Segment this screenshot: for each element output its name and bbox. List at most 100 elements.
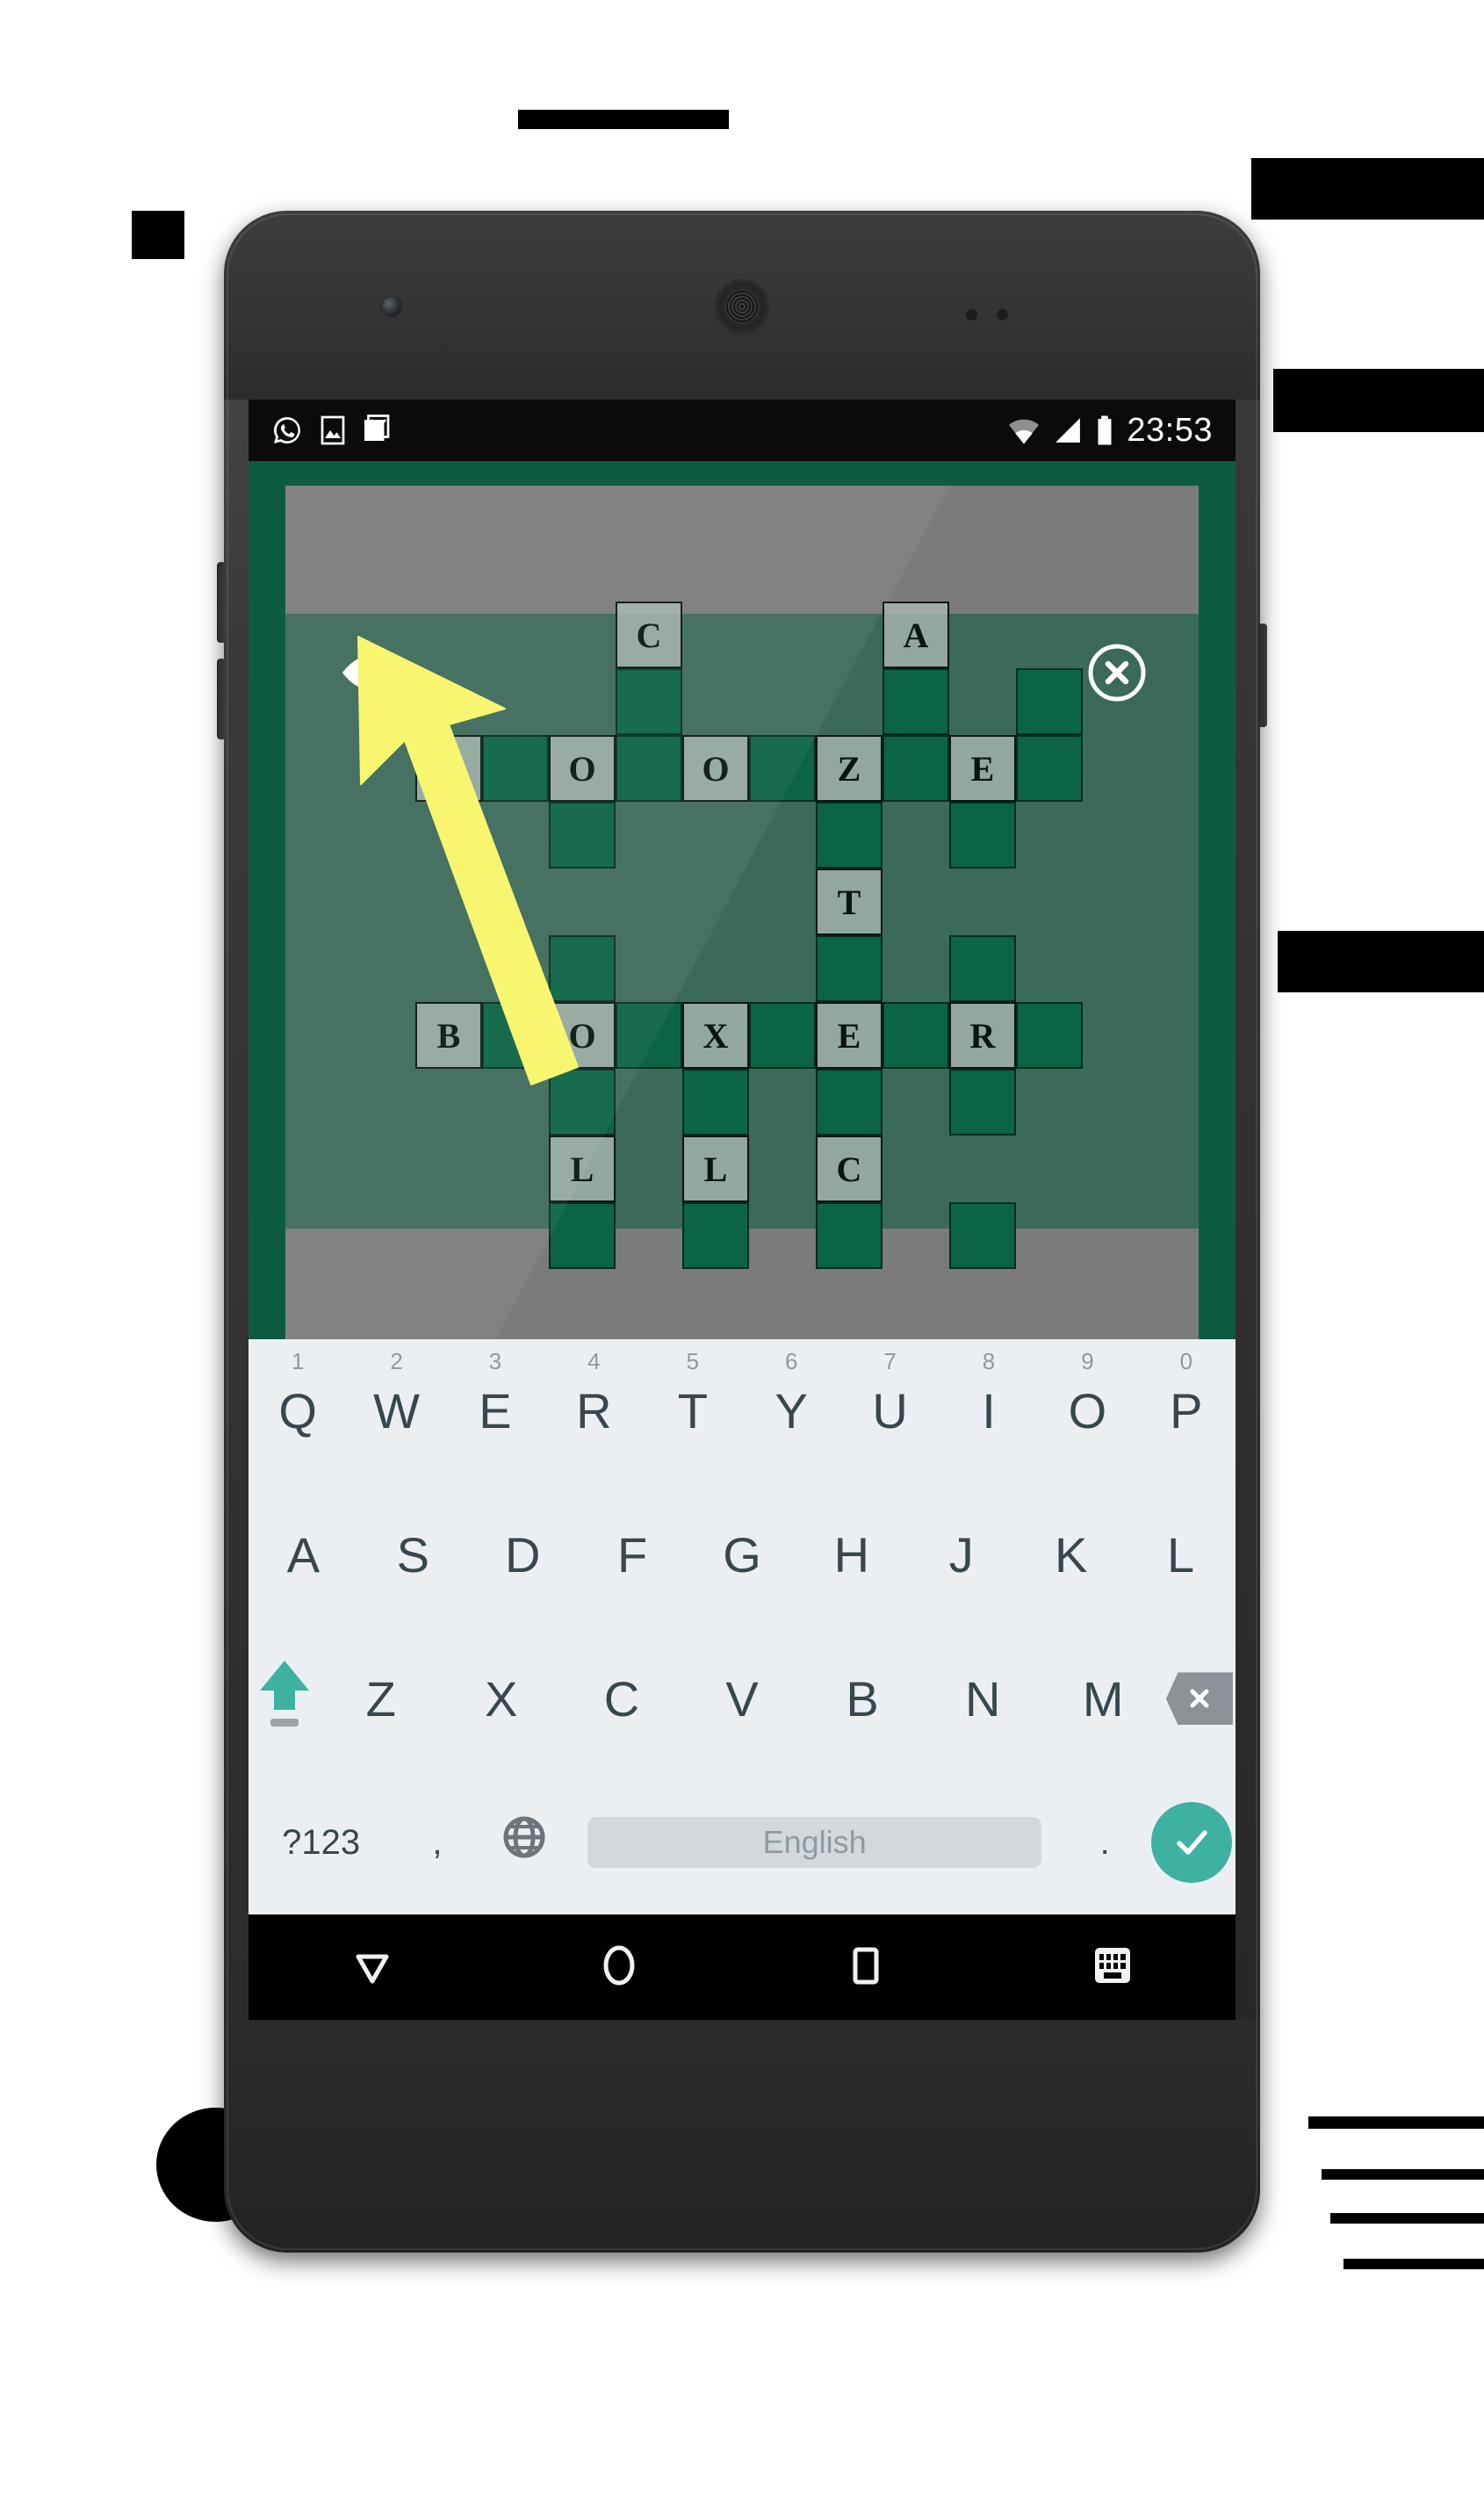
power-button[interactable]	[1258, 624, 1267, 727]
keyboard-row-1[interactable]: 1Q2W3E4R5T6Y7U8I9O0P	[249, 1339, 1235, 1483]
grid-cell-block[interactable]	[882, 735, 949, 802]
key-number-hint: 7	[883, 1348, 897, 1374]
key-a[interactable]: A	[249, 1483, 358, 1627]
grid-cell-empty	[415, 1269, 482, 1336]
key-j[interactable]: J	[906, 1483, 1016, 1627]
key-c[interactable]: C	[561, 1627, 681, 1771]
key-f[interactable]: F	[578, 1483, 688, 1627]
grid-cell-block[interactable]	[949, 802, 1016, 869]
grid-cell-letter[interactable]: E	[816, 1002, 882, 1069]
key-g[interactable]: G	[688, 1483, 797, 1627]
key-d[interactable]: D	[468, 1483, 578, 1627]
key-x[interactable]: X	[441, 1627, 561, 1771]
language-switch-key[interactable]	[480, 1770, 567, 1914]
keyboard-row-4[interactable]: ?123 , English .	[249, 1770, 1235, 1914]
grid-cell-block[interactable]	[549, 1202, 616, 1269]
period-key[interactable]: .	[1062, 1770, 1149, 1914]
grid-cell-block[interactable]	[682, 1202, 749, 1269]
on-screen-keyboard[interactable]: 1Q2W3E4R5T6Y7U8I9O0P ASDFGHJKL Z X C V B…	[249, 1339, 1235, 1914]
grid-cell-block[interactable]	[949, 1069, 1016, 1136]
nav-keyboard-switch-button[interactable]	[989, 1943, 1235, 1993]
key-q[interactable]: 1Q	[249, 1339, 347, 1483]
grid-cell-letter[interactable]: L	[549, 1136, 616, 1202]
grid-cell-letter[interactable]: C	[816, 1136, 882, 1202]
grid-cell-block[interactable]	[482, 1002, 549, 1069]
space-key[interactable]: English	[568, 1770, 1062, 1914]
grid-cell-block[interactable]	[816, 1069, 882, 1136]
grid-cell-letter[interactable]: L	[682, 1136, 749, 1202]
key-o[interactable]: 9O	[1038, 1339, 1136, 1483]
key-y[interactable]: 6Y	[742, 1339, 840, 1483]
grid-cell-block[interactable]	[549, 1069, 616, 1136]
key-s[interactable]: S	[358, 1483, 468, 1627]
nav-home-button[interactable]	[495, 1941, 742, 1994]
volume-down-button[interactable]	[217, 659, 226, 739]
shift-icon	[256, 1655, 313, 1742]
grid-cell-letter[interactable]: C	[616, 602, 682, 668]
grid-cell-block[interactable]	[749, 735, 816, 802]
key-p[interactable]: 0P	[1137, 1339, 1235, 1483]
key-z[interactable]: Z	[321, 1627, 441, 1771]
key-e[interactable]: 3E	[446, 1339, 544, 1483]
grid-cell-letter[interactable]: E	[949, 735, 1016, 802]
key-r[interactable]: 4R	[544, 1339, 643, 1483]
grid-cell-letter[interactable]: O	[682, 735, 749, 802]
grid-cell-block[interactable]	[816, 1202, 882, 1269]
grid-cell-letter[interactable]: Z	[816, 735, 882, 802]
key-v[interactable]: V	[681, 1627, 802, 1771]
volume-up-button[interactable]	[217, 562, 226, 643]
grid-cell-block[interactable]	[816, 935, 882, 1002]
nav-recents-button[interactable]	[742, 1941, 989, 1994]
key-m[interactable]: M	[1043, 1627, 1163, 1771]
grid-cell-letter[interactable]: A	[882, 602, 949, 668]
grid-cell-block[interactable]	[749, 1002, 816, 1069]
grid-cell-empty	[482, 1269, 549, 1336]
grid-cell-block[interactable]	[549, 935, 616, 1002]
key-k[interactable]: K	[1016, 1483, 1126, 1627]
key-u[interactable]: 7U	[840, 1339, 939, 1483]
grid-cell-block[interactable]	[882, 1002, 949, 1069]
grid-cell-letter[interactable]: O	[549, 735, 616, 802]
grid-cell-block[interactable]	[549, 802, 616, 869]
grid-cell-letter[interactable]: B	[415, 1002, 482, 1069]
grid-cell-letter[interactable]: T	[816, 869, 882, 935]
key-t[interactable]: 5T	[644, 1339, 742, 1483]
grid-cell-letter[interactable]: X	[682, 1002, 749, 1069]
reveal-letter-button[interactable]	[336, 642, 401, 707]
enter-key[interactable]	[1149, 1770, 1235, 1914]
grid-cell-block[interactable]	[949, 935, 1016, 1002]
comma-key[interactable]: ,	[393, 1770, 480, 1914]
key-w[interactable]: 2W	[347, 1339, 445, 1483]
crossword-grid[interactable]: CABOOZETBOXERLLC	[415, 602, 1083, 1336]
key-number-hint: 0	[1179, 1348, 1193, 1374]
key-n[interactable]: N	[923, 1627, 1043, 1771]
grid-cell-block[interactable]	[482, 735, 549, 802]
grid-cell-block[interactable]	[882, 668, 949, 735]
shift-key[interactable]	[249, 1627, 321, 1771]
key-l[interactable]: L	[1126, 1483, 1235, 1627]
grid-cell-block[interactable]	[616, 1002, 682, 1069]
grid-cell-letter[interactable]: R	[949, 1002, 1016, 1069]
grid-cell-letter[interactable]: B	[415, 735, 482, 802]
key-i[interactable]: 8I	[940, 1339, 1038, 1483]
grid-cell-block[interactable]	[682, 1069, 749, 1136]
phone-bottom-bezel	[224, 2020, 1260, 2253]
key-h[interactable]: H	[796, 1483, 906, 1627]
grid-cell-block[interactable]	[949, 1202, 1016, 1269]
close-puzzle-button[interactable]	[1084, 642, 1149, 707]
keyboard-row-2[interactable]: ASDFGHJKL	[249, 1483, 1235, 1627]
grid-cell-block[interactable]	[1016, 1002, 1083, 1069]
grid-cell-block[interactable]	[616, 668, 682, 735]
grid-cell-block[interactable]	[616, 735, 682, 802]
symbols-key[interactable]: ?123	[249, 1770, 393, 1914]
grid-cell-block[interactable]	[1016, 668, 1083, 735]
grid-cell-block[interactable]	[816, 802, 882, 869]
grid-cell-block[interactable]	[1016, 735, 1083, 802]
keyboard-row-3[interactable]: Z X C V B N M	[249, 1627, 1235, 1771]
android-navigation-bar[interactable]	[249, 1914, 1235, 2020]
key-b[interactable]: B	[803, 1627, 923, 1771]
nav-back-button[interactable]	[249, 1941, 495, 1994]
grid-cell-empty	[682, 602, 749, 668]
backspace-key[interactable]	[1163, 1627, 1235, 1771]
grid-cell-letter[interactable]: O	[549, 1002, 616, 1069]
